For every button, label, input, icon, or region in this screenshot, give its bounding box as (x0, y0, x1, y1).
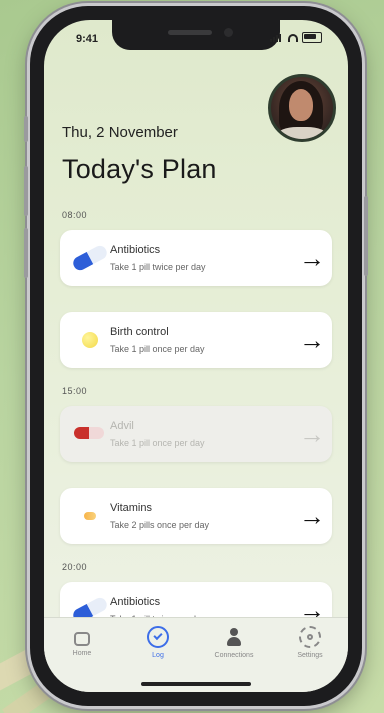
medication-name: Birth control (110, 326, 169, 338)
avatar-shirt (277, 127, 327, 139)
arrow-right-icon[interactable]: → (292, 419, 332, 450)
capsule-blue-icon (60, 230, 110, 286)
round-yellow-pill-icon (60, 312, 110, 368)
tab-label: Settings (297, 652, 323, 659)
tab-label: Log (152, 652, 164, 659)
phone-frame: 9:41 Thu, 2 November Today's Plan 08:00 … (24, 6, 368, 706)
medication-dose: Take 1 pill once per day (110, 344, 205, 354)
medication-dose: Take 1 pill once per day (110, 438, 205, 448)
medication-card[interactable]: Antibiotics Take 1 pill twice per day → (60, 230, 332, 286)
settings-icon (299, 626, 321, 648)
medication-name: Antibiotics (110, 244, 161, 256)
status-time: 9:41 (76, 33, 99, 45)
power-button (364, 196, 368, 276)
medication-card[interactable]: Advil Take 1 pill once per day → (60, 406, 332, 462)
profile-avatar[interactable] (268, 74, 336, 142)
notch (112, 20, 280, 50)
volume-down-button (24, 228, 28, 278)
arrow-right-icon[interactable]: → (292, 325, 332, 356)
tab-label: Home (72, 650, 92, 657)
bottom-tab-bar: Home Log Connections Settings (44, 617, 348, 692)
log-icon (147, 626, 169, 648)
tab-home[interactable]: Home (52, 626, 112, 692)
medication-name: Advil (110, 420, 134, 432)
arrow-right-icon[interactable]: → (292, 243, 332, 274)
section-time: 20:00 (62, 562, 88, 572)
tab-settings[interactable]: Settings (280, 626, 340, 692)
medication-dose: Take 1 pill twice per day (110, 262, 206, 272)
medication-name: Antibiotics (110, 596, 161, 608)
home-indicator[interactable] (141, 682, 251, 686)
home-icon (74, 632, 90, 646)
section-time: 15:00 (62, 386, 88, 396)
camera-icon (224, 28, 233, 37)
mute-switch (24, 116, 28, 142)
medication-name: Vitamins (110, 502, 152, 514)
capsule-red-icon (60, 406, 110, 462)
page-title: Today's Plan (62, 154, 217, 184)
medication-card[interactable]: Birth control Take 1 pill once per day → (60, 312, 332, 368)
battery-icon (302, 32, 322, 43)
connections-icon (223, 626, 245, 648)
volume-up-button (24, 166, 28, 216)
medication-card[interactable]: Vitamins Take 2 pills once per day → (60, 488, 332, 544)
arrow-right-icon[interactable]: → (292, 501, 332, 532)
medication-dose: Take 2 pills once per day (110, 520, 210, 530)
tab-label: Connections (214, 652, 254, 659)
current-date: Thu, 2 November (62, 124, 178, 141)
signal-icon (270, 33, 284, 42)
avatar-face (289, 89, 313, 121)
status-icons (270, 32, 322, 43)
small-orange-pill-icon (60, 488, 110, 544)
app-screen: 9:41 Thu, 2 November Today's Plan 08:00 … (44, 20, 348, 692)
speaker-grille (168, 30, 212, 35)
section-time: 08:00 (62, 210, 88, 220)
wifi-icon (288, 33, 298, 42)
